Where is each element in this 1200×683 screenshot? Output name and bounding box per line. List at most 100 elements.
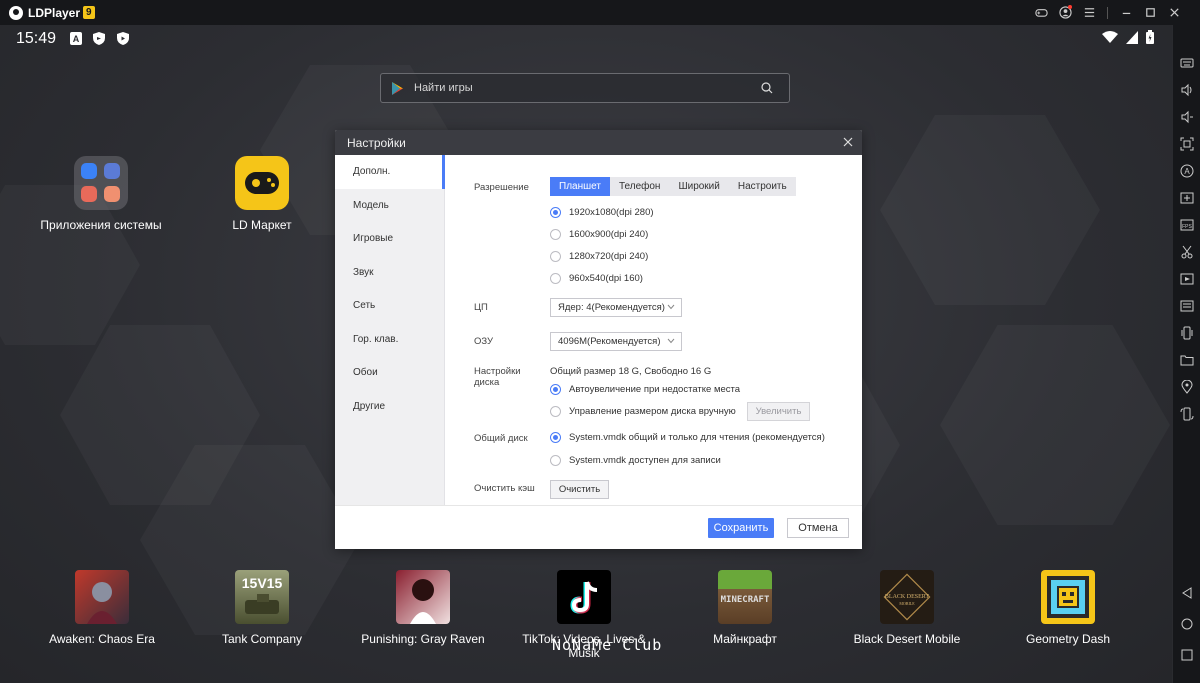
desktop-app-system-apps[interactable]: Приложения системы [40, 156, 162, 232]
resolution-option-1920[interactable]: 1920x1080(dpi 280) [550, 207, 654, 218]
tab-game[interactable]: Игровые [335, 222, 444, 256]
volume-down-icon[interactable] [1179, 109, 1195, 125]
cpu-label: ЦП [474, 302, 488, 313]
tab-sound[interactable]: Звук [335, 256, 444, 290]
scissors-icon[interactable] [1179, 244, 1195, 260]
disk-manual-option[interactable]: Управление размером диска вручную [550, 406, 736, 417]
mode-phone-button[interactable]: Телефон [610, 177, 669, 196]
system-apps-folder-icon [74, 156, 128, 210]
mode-custom-button[interactable]: Настроить [729, 177, 796, 196]
svg-text:FPS: FPS [1182, 224, 1192, 230]
location-icon[interactable] [1179, 379, 1195, 395]
home-icon[interactable] [1179, 616, 1195, 632]
dock-app-awaken[interactable]: Awaken: Chaos Era [32, 570, 172, 646]
settings-mini-icon [81, 163, 97, 179]
keyboard-icon[interactable] [1179, 55, 1195, 71]
close-icon[interactable] [842, 136, 854, 148]
radio-button[interactable] [550, 251, 561, 262]
signal-icon [1126, 30, 1138, 44]
fullscreen-icon[interactable] [1179, 136, 1195, 152]
radio-label: 1920x1080(dpi 280) [569, 207, 654, 218]
radio-button[interactable] [550, 229, 561, 240]
shared-disk-writable-option[interactable]: System.vmdk доступен для записи [550, 455, 721, 466]
shield-icon [93, 32, 105, 45]
resolution-option-960[interactable]: 960x540(dpi 160) [550, 273, 643, 284]
dialog-footer: Сохранить Отмена [335, 505, 862, 549]
awaken-app-icon [75, 570, 129, 624]
dialog-title: Настройки [347, 135, 406, 150]
chevron-down-icon [667, 338, 675, 344]
apk-icon[interactable] [1179, 298, 1195, 314]
emulator-toolbar: A FPS [1172, 25, 1200, 683]
tab-other[interactable]: Другие [335, 390, 444, 424]
clear-cache-button[interactable]: Очистить [550, 480, 609, 499]
cpu-value: Ядер: 4(Рекомендуется) [558, 302, 665, 313]
shake-icon[interactable] [1179, 325, 1195, 341]
mode-tablet-button[interactable]: Планшет [550, 177, 610, 196]
dock-app-minecraft[interactable]: MINECRAFT Майнкрафт [675, 570, 815, 646]
radio-button[interactable] [550, 432, 561, 443]
radio-button[interactable] [550, 455, 561, 466]
dock-app-punishing[interactable]: Punishing: Gray Raven [353, 570, 493, 646]
mode-wide-button[interactable]: Широкий [669, 177, 728, 196]
radio-button[interactable] [550, 273, 561, 284]
search-icon[interactable] [761, 82, 773, 94]
macro-icon[interactable]: A [1179, 163, 1195, 179]
volume-up-icon[interactable] [1179, 82, 1195, 98]
dock-app-tank-company[interactable]: 15V15 Tank Company [192, 570, 332, 646]
svg-text:MINECRAFT: MINECRAFT [721, 595, 770, 605]
cancel-button[interactable]: Отмена [787, 518, 849, 538]
app-label: Black Desert Mobile [853, 632, 961, 646]
tab-wallpaper[interactable]: Обои [335, 356, 444, 390]
tank-company-app-icon: 15V15 [235, 570, 289, 624]
desktop-app-ld-market[interactable]: LD Маркет [212, 156, 312, 232]
rotate-icon[interactable] [1179, 406, 1195, 422]
dock-app-geometry-dash[interactable]: Geometry Dash [998, 570, 1138, 646]
radio-label: 1280x720(dpi 240) [569, 251, 649, 262]
account-icon[interactable] [1053, 0, 1077, 25]
expand-disk-button[interactable]: Увеличить [747, 402, 810, 421]
record-icon[interactable] [1179, 271, 1195, 287]
tab-hotkeys[interactable]: Гор. клав. [335, 323, 444, 357]
settings-dialog: Настройки Дополн. Модель Игровые Звук Се… [335, 130, 862, 549]
recent-icon[interactable] [1179, 647, 1195, 663]
save-button[interactable]: Сохранить [708, 518, 774, 538]
disk-auto-expand-option[interactable]: Автоувеличение при недостатке места [550, 384, 740, 395]
game-search-bar[interactable]: Найти игры [380, 73, 790, 103]
folder-icon[interactable] [1179, 352, 1195, 368]
radio-button[interactable] [550, 406, 561, 417]
fps-icon[interactable]: FPS [1179, 217, 1195, 233]
radio-label: 960x540(dpi 160) [569, 273, 643, 284]
back-icon[interactable] [1179, 585, 1195, 601]
radio-label: System.vmdk доступен для записи [569, 455, 721, 466]
black-desert-app-icon: BLACK DESERT MOBILE [880, 570, 934, 624]
tab-advanced[interactable]: Дополн. [335, 155, 445, 189]
add-screen-icon[interactable] [1179, 190, 1195, 206]
resolution-option-1280[interactable]: 1280x720(dpi 240) [550, 251, 648, 262]
tab-network[interactable]: Сеть [335, 289, 444, 323]
resolution-option-1600[interactable]: 1600x900(dpi 240) [550, 229, 648, 240]
cpu-select[interactable]: Ядер: 4(Рекомендуется) [550, 298, 682, 317]
clear-cache-label: Очистить кэш [474, 483, 535, 494]
shared-disk-label: Общий диск [474, 433, 528, 444]
shared-disk-readonly-option[interactable]: System.vmdk общий и только для чтения (р… [550, 432, 825, 443]
maximize-icon[interactable] [1138, 0, 1162, 25]
radio-label: System.vmdk общий и только для чтения (р… [569, 432, 825, 443]
menu-icon[interactable] [1077, 0, 1101, 25]
clock: 15:49 [16, 30, 57, 47]
chevron-down-icon [667, 304, 675, 310]
ram-label: ОЗУ [474, 336, 494, 347]
radio-label: Управление размером диска вручную [569, 406, 736, 417]
tiktok-app-icon [557, 570, 611, 624]
gamepad-icon[interactable] [1029, 0, 1053, 25]
minimize-icon[interactable] [1114, 0, 1138, 25]
close-icon[interactable] [1162, 0, 1186, 25]
svg-text:A: A [73, 34, 80, 44]
android-statusbar: 15:49 A [0, 25, 1172, 53]
radio-button[interactable] [550, 384, 561, 395]
tab-model[interactable]: Модель [335, 189, 444, 223]
resolution-mode-tabs: Планшет Телефон Широкий Настроить [550, 177, 796, 196]
ram-select[interactable]: 4096M(Рекомендуется) [550, 332, 682, 351]
radio-button[interactable] [550, 207, 561, 218]
dock-app-black-desert[interactable]: BLACK DESERT MOBILE Black Desert Mobile [837, 570, 977, 646]
